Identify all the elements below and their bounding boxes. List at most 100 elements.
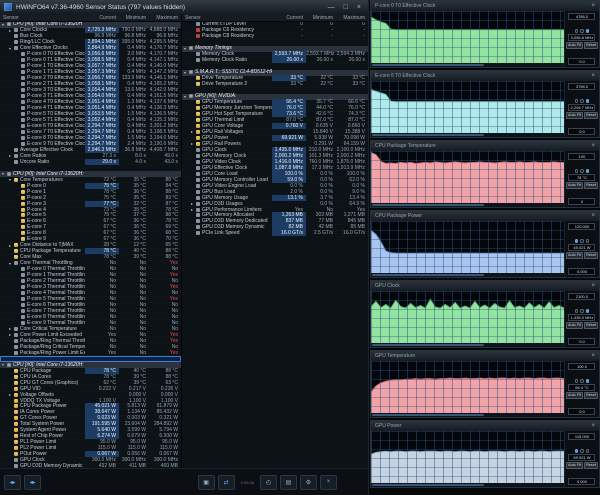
column-header-left: Sensor Current Minimum Maximum xyxy=(0,14,181,22)
color-dot[interactable] xyxy=(574,309,579,313)
graph-scrollbar[interactable] xyxy=(371,413,564,417)
graph-scrollbar[interactable] xyxy=(371,343,564,347)
color-dot[interactable] xyxy=(574,29,579,33)
column-sensor[interactable]: Sensor xyxy=(0,15,85,21)
color-dot[interactable] xyxy=(585,309,590,313)
color-dot[interactable] xyxy=(580,449,584,453)
reset-button[interactable]: Reset xyxy=(584,321,598,329)
graph-titlebar[interactable]: E-core 6 T0 Effective Clock × xyxy=(371,71,599,81)
graph-close-icon[interactable]: × xyxy=(591,73,595,79)
min-value-cell: - xyxy=(331,33,333,40)
color-dot[interactable] xyxy=(574,379,579,383)
graph-titlebar[interactable]: CPU Package Power × xyxy=(371,211,599,221)
sensor-row[interactable]: Drive Temperature 2 33 °C 22 °C 33 °C xyxy=(182,81,368,88)
sensor-row[interactable]: Memory Clock Ratio 26.00 x 26.00 x 26.00 x xyxy=(182,57,368,64)
osd-button[interactable]: ▣ xyxy=(197,474,215,490)
scrollbar-thumb[interactable] xyxy=(372,274,484,276)
lightning-icon xyxy=(14,452,18,457)
color-dot[interactable] xyxy=(585,169,590,173)
column-minimum[interactable]: Minimum xyxy=(306,15,336,21)
reset-button[interactable]: Reset xyxy=(584,41,598,49)
maximize-button[interactable]: □ xyxy=(344,4,348,11)
graph-close-icon[interactable]: × xyxy=(591,283,595,289)
sensor-row[interactable]: PCIe Link Speed 16.0 GT/s 2.5 GT/s 16.0 GT/… xyxy=(182,230,368,237)
auto-fit-button[interactable]: Auto Fit xyxy=(565,111,584,119)
cpu-icon xyxy=(196,207,200,212)
scrollbar-thumb[interactable] xyxy=(372,204,484,206)
color-dot[interactable] xyxy=(585,99,590,103)
color-dot[interactable] xyxy=(574,99,579,103)
reset-button[interactable]: Reset xyxy=(584,461,598,469)
graph-titlebar[interactable]: CPU Package Temperature × xyxy=(371,141,599,151)
reset-button[interactable]: Reset xyxy=(584,251,598,259)
color-dot[interactable] xyxy=(580,29,584,33)
graph-close-icon[interactable]: × xyxy=(591,213,595,219)
close-sensors-button[interactable]: × xyxy=(320,474,337,490)
report-button[interactable]: ▤ xyxy=(280,474,297,490)
column-maximum[interactable]: Maximum xyxy=(149,15,181,21)
color-dot[interactable] xyxy=(580,169,584,173)
color-dot[interactable] xyxy=(585,449,590,453)
cur-value-cell: 0.760 V xyxy=(272,122,306,129)
auto-fit-button[interactable]: Auto Fit xyxy=(565,251,584,259)
sensor-row[interactable]: Uncore Ratio 29.0 x 4.0 x 43.0 x xyxy=(0,158,181,165)
graph-close-icon[interactable]: × xyxy=(591,353,595,359)
scrollbar-thumb[interactable] xyxy=(372,134,484,136)
color-dot[interactable] xyxy=(585,29,590,33)
auto-fit-button[interactable]: Auto Fit xyxy=(565,181,584,189)
graph-scrollbar[interactable] xyxy=(371,133,564,137)
auto-fit-button[interactable]: Auto Fit xyxy=(565,391,584,399)
share-button[interactable]: ⇄ xyxy=(217,474,235,490)
column-sensor[interactable]: Sensor xyxy=(182,15,272,21)
graph-scrollbar[interactable] xyxy=(371,203,564,207)
column-maximum[interactable]: Maximum xyxy=(336,15,368,21)
color-dot-row xyxy=(574,99,590,103)
graph-close-icon[interactable]: × xyxy=(591,423,595,429)
expand-columns-button[interactable]: ◂▸ xyxy=(24,474,41,490)
graph-titlebar[interactable]: P-core 0 T0 Effective Clock × xyxy=(371,1,599,11)
cur-value-cell: 69.921 W xyxy=(272,134,306,141)
color-dot[interactable] xyxy=(580,379,584,383)
graph-close-icon[interactable]: × xyxy=(591,143,595,149)
color-dot[interactable] xyxy=(580,99,584,103)
reset-button[interactable]: Reset xyxy=(584,111,598,119)
graph-scrollbar[interactable] xyxy=(371,483,564,487)
graph-windows-column: P-core 0 T0 Effective Clock × 4788.0 3,056.… xyxy=(370,0,600,490)
settings-button[interactable]: ⚙ xyxy=(300,474,317,490)
graph-scrollbar[interactable] xyxy=(371,273,564,277)
auto-fit-button[interactable]: Auto Fit xyxy=(565,41,584,49)
scrollbar-thumb[interactable] xyxy=(372,64,484,66)
scrollbar-thumb[interactable] xyxy=(372,344,484,346)
scrollbar-thumb[interactable] xyxy=(372,414,484,416)
column-current[interactable]: Current xyxy=(85,15,119,21)
minimize-button[interactable]: — xyxy=(328,4,335,11)
sensor-row[interactable]: Package C8 Residency - - - xyxy=(182,33,368,40)
titlebar[interactable]: HWiNFO64 v7.36-4960 Sensor Status (797 v… xyxy=(0,0,368,14)
column-header-right: Sensor Current Minimum Maximum xyxy=(182,14,368,22)
color-dot[interactable] xyxy=(580,309,584,313)
max-value-label: 100 xyxy=(568,153,596,160)
reset-button[interactable]: Reset xyxy=(584,391,598,399)
scrollbar-thumb[interactable] xyxy=(372,484,484,486)
graph-titlebar[interactable]: GPU Clock × xyxy=(371,281,599,291)
color-dot[interactable] xyxy=(574,239,579,243)
column-current[interactable]: Current xyxy=(272,15,306,21)
graph-plot xyxy=(371,361,564,413)
graph-titlebar[interactable]: GPU Power × xyxy=(371,421,599,431)
color-dot[interactable] xyxy=(574,449,579,453)
close-button[interactable]: × xyxy=(357,4,361,11)
reset-button[interactable]: Reset xyxy=(584,181,598,189)
color-dot[interactable] xyxy=(585,239,590,243)
column-minimum[interactable]: Minimum xyxy=(119,15,149,21)
color-dot[interactable] xyxy=(580,239,584,243)
auto-fit-button[interactable]: Auto Fit xyxy=(565,321,584,329)
graph-scrollbar[interactable] xyxy=(371,63,564,67)
color-dot[interactable] xyxy=(585,379,590,383)
graph-titlebar[interactable]: GPU Temperature × xyxy=(371,351,599,361)
graph-close-icon[interactable]: × xyxy=(591,3,595,9)
sensor-row[interactable]: Package/Ring Power Limit Exceeded Yes No Ye… xyxy=(0,350,181,356)
color-dot[interactable] xyxy=(574,169,579,173)
logging-button[interactable]: ◴ xyxy=(260,474,277,490)
collapse-columns-button[interactable]: ◂▸ xyxy=(4,474,21,490)
auto-fit-button[interactable]: Auto Fit xyxy=(565,461,584,469)
